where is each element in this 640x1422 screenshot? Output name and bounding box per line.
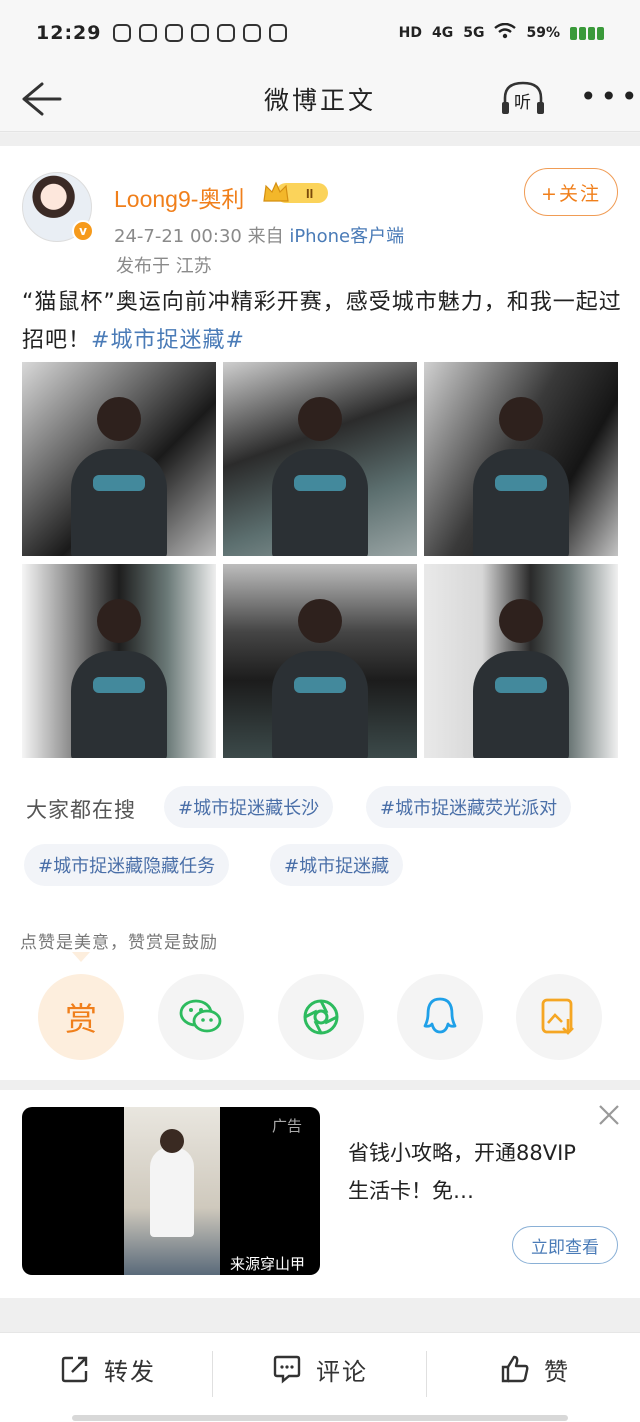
post-photo-1[interactable] xyxy=(22,362,216,556)
home-indicator[interactable] xyxy=(72,1415,568,1421)
share-qq-button[interactable] xyxy=(397,974,483,1060)
comment-button[interactable]: 评论 xyxy=(272,1349,368,1389)
listen-button[interactable]: 听 xyxy=(500,80,546,118)
vip-crown-icon[interactable]: II xyxy=(262,180,330,206)
post-photo-2[interactable] xyxy=(223,362,417,556)
signal-5g-icon: 5G xyxy=(463,25,485,41)
divider xyxy=(0,1080,640,1090)
post-meta: 24-7-21 00:30 来自 iPhone客户端 xyxy=(114,222,404,248)
divider xyxy=(0,1298,640,1332)
status-bar: 12:29 HD 4G 5G 59% xyxy=(0,0,640,66)
verified-badge-icon: v xyxy=(72,220,94,242)
weibo-icon xyxy=(113,24,132,42)
post-text: “猫鼠杯”奥运向前冲精彩开赛，感受城市魅力，和我一起过招吧！#城市捉迷藏# xyxy=(22,284,622,360)
close-icon[interactable] xyxy=(596,1102,622,1128)
ad-source: 来源穿山甲 xyxy=(230,1255,306,1273)
more-icon[interactable]: ••• xyxy=(580,83,640,111)
reward-label: 赏 xyxy=(64,1000,97,1038)
listen-label: 听 xyxy=(514,93,531,113)
app-icon xyxy=(165,24,184,42)
qq-icon xyxy=(423,997,457,1034)
bottom-action-bar: 转发 评论 赞 xyxy=(0,1332,640,1422)
reward-caption: 点赞是美意，赞赏是鼓励 xyxy=(20,933,218,953)
signal-4g-icon: 4G xyxy=(432,25,454,41)
ad-video-frame xyxy=(124,1107,220,1275)
post-timestamp: 24-7-21 00:30 xyxy=(114,226,242,247)
wifi-icon xyxy=(494,22,517,43)
ad-card[interactable]: 广告 来源穿山甲 省钱小攻略，开通88VIP生活卡！免… 立即查看 xyxy=(0,1090,640,1298)
post-photo-5[interactable] xyxy=(223,564,417,758)
share-moments-button[interactable] xyxy=(278,974,364,1060)
moments-icon xyxy=(303,999,339,1035)
wechat-icon xyxy=(269,24,288,42)
repost-label: 转发 xyxy=(104,1357,156,1386)
comment-icon xyxy=(273,1355,301,1384)
trending-search-label: 大家都在搜 xyxy=(26,798,136,822)
thumbs-up-icon xyxy=(501,1355,529,1383)
repost-icon xyxy=(61,1356,88,1383)
divider xyxy=(0,133,640,146)
hd-indicator: HD xyxy=(398,25,423,41)
post-photo-4[interactable] xyxy=(22,564,216,758)
app-icon xyxy=(139,24,158,42)
ad-video[interactable]: 广告 来源穿山甲 xyxy=(22,1107,320,1275)
like-label: 赞 xyxy=(544,1357,570,1386)
ad-title[interactable]: 省钱小攻略，开通88VIP生活卡！免… xyxy=(348,1134,578,1210)
back-icon[interactable] xyxy=(18,76,64,122)
post-from: 来自 xyxy=(247,226,284,247)
save-image-icon xyxy=(541,998,574,1035)
search-chip[interactable]: #城市捉迷藏 xyxy=(270,844,404,886)
search-chip[interactable]: #城市捉迷藏隐藏任务 xyxy=(24,844,230,886)
app-icon xyxy=(191,24,210,42)
app-icon xyxy=(217,24,236,42)
wechat-icon xyxy=(179,999,222,1033)
status-indicators: HD 4G 5G 59% xyxy=(398,22,604,43)
ad-label: 广告 xyxy=(272,1117,303,1135)
action-divider xyxy=(212,1351,213,1397)
battery-percent: 59% xyxy=(526,25,560,41)
follow-button[interactable]: +关注 xyxy=(524,168,618,216)
share-row: 赏 xyxy=(0,974,640,1064)
post-photo-3[interactable] xyxy=(424,362,618,556)
search-chip[interactable]: #城市捉迷藏长沙 xyxy=(164,786,334,828)
post-source[interactable]: iPhone客户端 xyxy=(289,226,404,247)
post-hashtag[interactable]: #城市捉迷藏# xyxy=(91,328,245,353)
page-title: 微博正文 xyxy=(263,85,376,115)
ad-cta-button[interactable]: 立即查看 xyxy=(512,1226,618,1264)
post-username[interactable]: Loong9-奥利 xyxy=(114,180,244,214)
reward-button[interactable]: 赏 xyxy=(38,974,124,1060)
repost-button[interactable]: 转发 xyxy=(60,1349,156,1389)
photo-grid xyxy=(22,362,618,758)
post-location: 发布于 江苏 xyxy=(116,256,212,277)
nav-bar: 微博正文 听 ••• xyxy=(0,66,640,132)
status-app-icons xyxy=(113,24,288,42)
action-divider xyxy=(426,1351,427,1397)
like-button[interactable]: 赞 xyxy=(500,1349,570,1389)
post-photo-6[interactable] xyxy=(424,564,618,758)
vip-level: II xyxy=(306,186,313,201)
caption-pointer xyxy=(72,952,90,962)
battery-icon xyxy=(570,26,604,40)
status-time: 12:29 xyxy=(36,22,102,44)
comment-label: 评论 xyxy=(316,1357,368,1386)
post-card: v Loong9-奥利 II 24-7-21 00:30 来自 iPhone客户… xyxy=(0,146,640,1080)
save-image-button[interactable] xyxy=(516,974,602,1060)
app-icon xyxy=(243,24,262,42)
share-wechat-button[interactable] xyxy=(158,974,244,1060)
search-chip[interactable]: #城市捉迷藏荧光派对 xyxy=(366,786,572,828)
